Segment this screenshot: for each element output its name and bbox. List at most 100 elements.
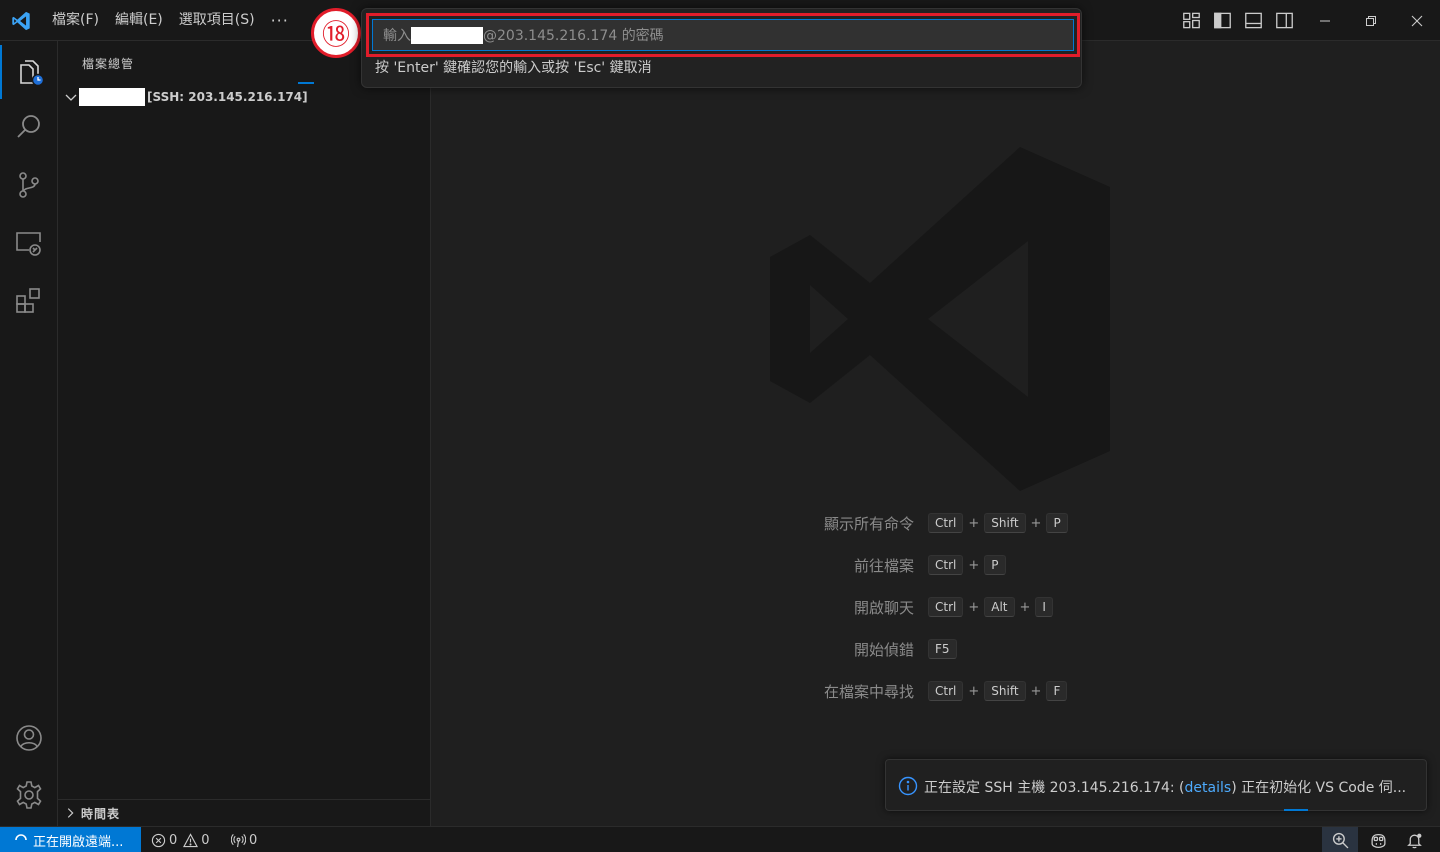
remote-indicator[interactable]: 正在開啟遠端... [0, 827, 141, 852]
minimize-button[interactable] [1302, 0, 1348, 41]
close-window-button[interactable] [1394, 0, 1440, 41]
shortcut-label: 顯示所有命令 [823, 515, 914, 533]
vscode-watermark-icon [770, 147, 1110, 491]
error-count: 0 [169, 832, 178, 848]
zoom-indicator[interactable] [1322, 827, 1358, 852]
shortcut-row: 在檔案中尋找 Ctrl + Shift + F [732, 679, 1232, 703]
notifications-button[interactable] [1396, 827, 1432, 852]
menu-edit[interactable]: 編輯(E) [107, 0, 171, 41]
account-icon [16, 725, 42, 751]
keycap: Shift [984, 513, 1026, 533]
step-number-badge: ⑱ [311, 8, 361, 58]
keycap: P [984, 555, 1006, 575]
timeline-section-header[interactable]: 時間表 [58, 799, 431, 826]
activity-source-control[interactable] [0, 158, 58, 212]
password-placeholder-suffix: @203.145.216.174 的密碼 [483, 28, 664, 44]
notification-toast[interactable]: 正在設定 SSH 主機 203.145.216.174: (details) 正… [885, 759, 1427, 811]
keycap: F5 [928, 639, 957, 659]
source-control-icon [19, 172, 39, 198]
keycap: Ctrl [928, 597, 964, 617]
keycap: P [1046, 513, 1068, 533]
highlight-frame: 輸入 @203.145.216.174 的密碼 [366, 13, 1080, 57]
copilot-status[interactable] [1360, 827, 1396, 852]
shortcut-keys: Ctrl + P [928, 553, 1006, 577]
info-icon [898, 776, 918, 796]
error-icon [151, 833, 166, 847]
notification-message: 正在設定 SSH 主機 203.145.216.174: (details) 正… [924, 777, 1406, 797]
window-controls [1302, 0, 1440, 41]
keycap: Ctrl [928, 555, 964, 575]
extensions-icon [16, 288, 40, 313]
workspace-folder-row[interactable]: [SSH: 203.145.216.174] [58, 86, 308, 108]
keycap: Ctrl [928, 681, 964, 701]
keycap: Shift [984, 681, 1026, 701]
keycap: Ctrl [928, 513, 964, 533]
activity-accounts[interactable] [0, 711, 58, 765]
shortcut-label: 開啟聊天 [853, 599, 914, 617]
search-icon [17, 115, 40, 138]
editor-area: 顯示所有命令 Ctrl + Shift + P 前往檔案 Ctrl + P 開啟聊天 … [432, 41, 1440, 826]
ports-count: 0 [249, 832, 258, 848]
activity-search[interactable] [0, 100, 58, 154]
restore-icon [1366, 15, 1376, 26]
shortcut-row: 顯示所有命令 Ctrl + Shift + P [732, 511, 1232, 535]
toggle-secondary-sidebar-icon[interactable] [1275, 11, 1294, 30]
problems-indicator[interactable]: 0 0 [151, 827, 210, 852]
shortcut-row: 開啟聊天 Ctrl + Alt + I [732, 595, 1232, 619]
remote-status-label: 正在開啟遠端... [33, 834, 124, 850]
activity-remote-explorer[interactable] [0, 216, 58, 270]
keycap: I [1035, 597, 1053, 617]
notification-progress-indicator [1284, 809, 1308, 811]
explorer-icon [20, 60, 45, 87]
keycap: F [1046, 681, 1068, 701]
gear-icon [16, 781, 42, 809]
shortcut-keys: Ctrl + Shift + F [928, 679, 1068, 703]
sidebar-title: 檔案總管 [82, 57, 135, 71]
loading-spinner-icon [15, 834, 27, 841]
menu-bar: 檔案(F) 編輯(E) 選取項目(S) ··· [44, 0, 297, 41]
notification-text-after: ) 正在初始化 VS Code 伺... [1231, 780, 1407, 796]
quick-input-message: 按 'Enter' 鍵確認您的輸入或按 'Esc' 鍵取消 [375, 60, 652, 76]
sidebar-progress-indicator [298, 82, 314, 84]
quick-input-widget: 輸入 @203.145.216.174 的密碼 按 'Enter' 鍵確認您的輸… [361, 8, 1082, 88]
zoom-in-icon [1332, 832, 1348, 848]
customize-layout-icon[interactable] [1182, 11, 1201, 30]
toggle-primary-sidebar-icon[interactable] [1213, 11, 1232, 30]
shortcut-row: 開始偵錯 F5 [732, 637, 1232, 661]
activity-extensions[interactable] [0, 274, 58, 328]
details-link[interactable]: details [1185, 780, 1232, 796]
layout-controls [1182, 11, 1294, 30]
redacted-username-block [79, 88, 145, 106]
activity-bar [0, 41, 58, 826]
keycap: Alt [984, 597, 1015, 617]
warning-count: 0 [201, 832, 210, 848]
status-bar: 正在開啟遠端... 0 0 0 [0, 826, 1440, 852]
shortcut-keys: F5 [928, 637, 957, 661]
workspace-folder-label: [SSH: 203.145.216.174] [147, 90, 308, 104]
minimize-icon [1320, 20, 1330, 21]
password-placeholder-prefix: 輸入 [383, 28, 411, 44]
bell-icon [1406, 833, 1422, 848]
activity-explorer[interactable] [0, 45, 58, 99]
shortcut-label: 開始偵錯 [853, 641, 914, 659]
restore-button[interactable] [1348, 0, 1394, 41]
shortcut-label: 前往檔案 [853, 557, 914, 575]
copilot-icon [1370, 833, 1386, 848]
shortcut-keys: Ctrl + Alt + I [928, 595, 1053, 619]
ports-indicator[interactable]: 0 [231, 827, 257, 852]
password-input[interactable]: 輸入 @203.145.216.174 的密碼 [372, 19, 1074, 51]
activity-manage[interactable] [0, 768, 58, 822]
shortcut-row: 前往檔案 Ctrl + P [732, 553, 1232, 577]
notification-text-before: 正在設定 SSH 主機 203.145.216.174: ( [924, 780, 1185, 796]
shortcut-label: 在檔案中尋找 [823, 683, 914, 701]
vscode-logo-icon[interactable] [10, 10, 32, 32]
broadcast-icon [231, 833, 246, 847]
toggle-panel-icon[interactable] [1244, 11, 1263, 30]
warning-icon [183, 832, 199, 847]
menu-file[interactable]: 檔案(F) [44, 0, 107, 41]
chevron-right-icon [67, 808, 74, 818]
chevron-down-icon[interactable] [63, 89, 79, 105]
menu-more-button[interactable]: ··· [263, 2, 297, 40]
remote-explorer-icon [16, 232, 41, 256]
menu-selection[interactable]: 選取項目(S) [171, 0, 263, 41]
